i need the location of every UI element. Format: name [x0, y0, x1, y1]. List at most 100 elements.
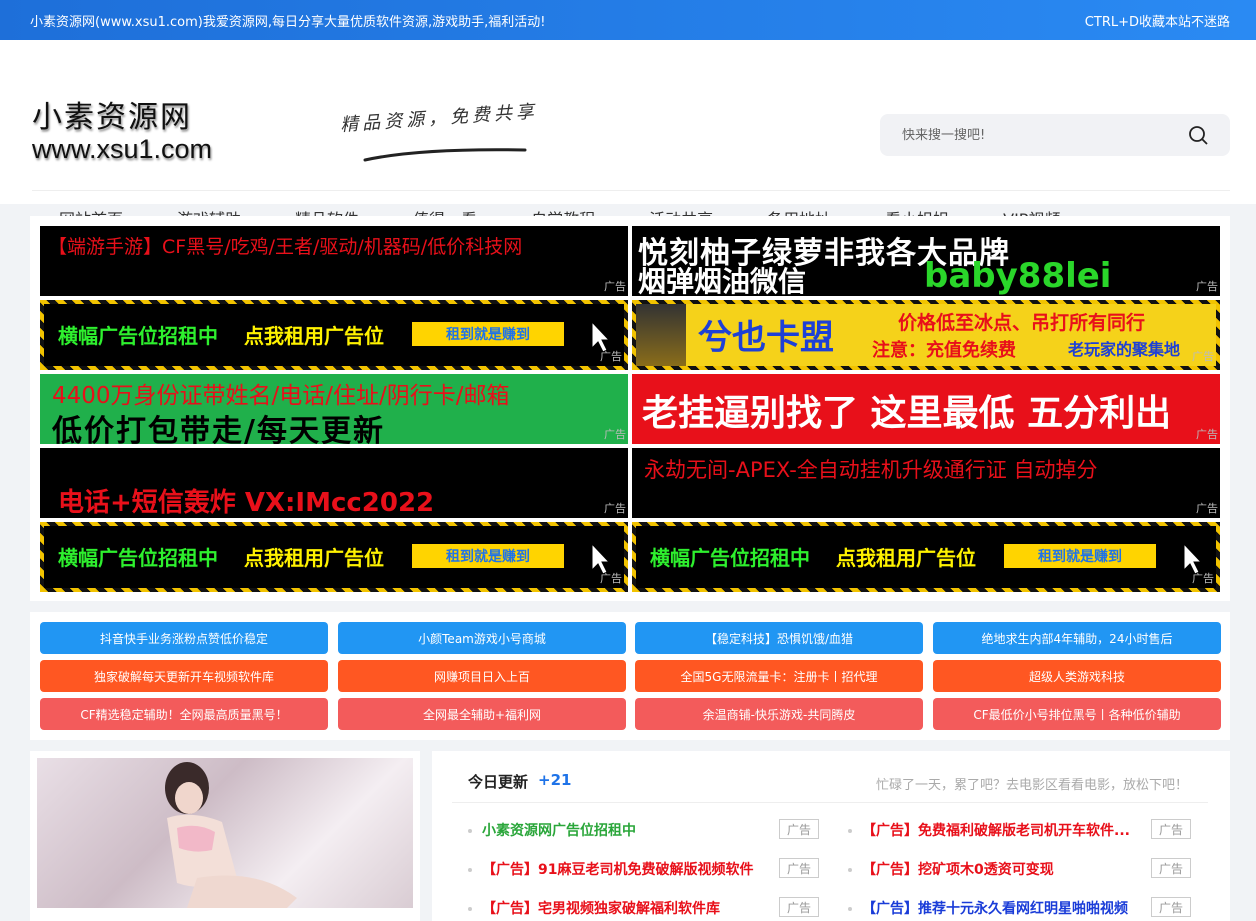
featured-photo[interactable] — [37, 758, 413, 908]
ad-tag: 广告 — [604, 502, 626, 515]
list-item[interactable]: 【广告】挖矿项木0透资可变现 — [848, 859, 1138, 881]
ad-banner[interactable]: 电话+短信轰炸 VX:IMcc2022 广告 — [40, 448, 628, 518]
site-announcement: 小素资源网(www.xsu1.com)我爱资源网,每日分享大量优质软件资源,游戏… — [30, 14, 546, 30]
link-button[interactable]: 全国5G无限流量卡：注册卡丨招代理 — [635, 660, 923, 692]
list-item[interactable]: 【广告】免费福利破解版老司机开车软件... — [848, 820, 1138, 842]
item-title: 小素资源网广告位招租中 — [482, 823, 636, 839]
item-title: 【广告】挖矿项木0透资可变现 — [862, 862, 1054, 878]
slogan-brush-stroke — [363, 148, 527, 162]
ad-text: 老玩家的聚集地 — [1068, 340, 1181, 359]
bullet-dot — [848, 868, 852, 872]
bullet-dot — [848, 829, 852, 833]
ad-text: 4400万身份证带姓名/电话/住址/阴行卡/邮箱 — [52, 383, 510, 409]
item-title: 【广告】宅男视频独家破解福利软件库 — [482, 901, 720, 917]
ad-text: 横幅广告位招租中 — [650, 546, 810, 570]
ad-tag: 广告 — [604, 428, 626, 441]
link-button[interactable]: 网赚项目日入上百 — [338, 660, 626, 692]
ad-text: 租到就是赚到 — [412, 544, 564, 568]
link-button[interactable]: 超级人类游戏科技 — [933, 660, 1221, 692]
photo-figure — [165, 762, 297, 908]
logo-domain: www.xsu1.com — [32, 134, 213, 164]
ad-banner-rent[interactable]: 横幅广告位招租中 点我租用广告位 租到就是赚到 广告 — [40, 300, 628, 370]
list-item[interactable]: 小素资源网广告位招租中 — [468, 820, 768, 842]
ad-banner[interactable]: 悦刻柚子绿萝非我各大品牌 烟弹烟油微信 baby88lei 广告 — [632, 226, 1220, 296]
updates-hint[interactable]: 忙碌了一天，累了吧？去电影区看看电影，放松下吧！ — [876, 774, 1188, 793]
ad-text: 点我租用广告位 — [836, 546, 976, 570]
list-item[interactable]: 【广告】推荐十元永久看网红明星啪啪视频 — [848, 898, 1138, 920]
bullet-dot — [468, 868, 472, 872]
ad-text: 低价打包带走/每天更新 — [52, 414, 385, 444]
item-title: 【广告】免费福利破解版老司机开车软件... — [862, 823, 1130, 839]
link-button[interactable]: 余温商铺-快乐游戏-共同腾皮 — [635, 698, 923, 730]
slogan: 精品资源，免费共享 — [339, 101, 539, 136]
ad-text: 租到就是赚到 — [412, 322, 564, 346]
ad-tag: 广告 — [600, 572, 622, 585]
ad-text: 点我租用广告位 — [244, 546, 384, 570]
updates-header: 今日更新 +21 忙碌了一天，累了吧？去电影区看看电影，放松下吧！ — [452, 771, 1208, 803]
updates-count: +21 — [538, 771, 572, 789]
bullet-dot — [468, 907, 472, 911]
ad-text: 租到就是赚到 — [1004, 544, 1156, 568]
ad-badge: 广告 — [1151, 819, 1191, 839]
bullet-dot — [468, 829, 472, 833]
ad-tag: 广告 — [1192, 350, 1214, 363]
game-character-image — [636, 304, 686, 366]
ad-tag: 广告 — [1196, 280, 1218, 293]
link-button[interactable]: 独家破解每天更新开车视频软件库 — [40, 660, 328, 692]
ad-badge: 广告 — [779, 819, 819, 839]
header: 小素资源网 www.xsu1.com 精品资源，免费共享 网站首页 游戏辅助 精… — [0, 40, 1256, 229]
search-icon[interactable] — [1188, 125, 1208, 145]
link-button[interactable]: 绝地求生内部4年辅助，24小时售后 — [933, 622, 1221, 654]
link-button[interactable]: 【稳定科技】恐惧饥饿/血猎 — [635, 622, 923, 654]
ad-text: 注意：充值免续费 — [872, 340, 1016, 361]
ad-banner-rent[interactable]: 横幅广告位招租中 点我租用广告位 租到就是赚到 广告 — [632, 522, 1220, 592]
link-button[interactable]: CF最低价小号排位黑号丨各种低价辅助 — [933, 698, 1221, 730]
top-bar: 小素资源网(www.xsu1.com)我爱资源网,每日分享大量优质软件资源,游戏… — [0, 0, 1256, 40]
ad-text: 横幅广告位招租中 — [58, 546, 218, 570]
item-title: 【广告】91麻豆老司机免费破解版视频软件 — [482, 862, 754, 878]
ad-badge: 广告 — [779, 897, 819, 917]
list-item[interactable]: 【广告】91麻豆老司机免费破解版视频软件 — [468, 859, 765, 881]
search-input[interactable] — [902, 127, 1162, 143]
link-button[interactable]: 小颜Team游戏小号商城 — [338, 622, 626, 654]
ad-tag: 广告 — [1192, 572, 1214, 585]
item-title: 【广告】推荐十元永久看网红明星啪啪视频 — [862, 901, 1128, 917]
logo-text: 小素资源网 — [32, 100, 192, 135]
link-button[interactable]: CF精选稳定辅助！全网最高质量黑号！ — [40, 698, 328, 730]
ad-banner[interactable]: 4400万身份证带姓名/电话/住址/阴行卡/邮箱 低价打包带走/每天更新 广告 — [40, 374, 628, 444]
list-item[interactable]: 【广告】宅男视频独家破解福利软件库 — [468, 898, 765, 920]
ad-text: 【端游手游】CF黑号/吃鸡/王者/驱动/机器码/低价科技网 — [48, 236, 523, 258]
today-updates: 今日更新 +21 忙碌了一天，累了吧？去电影区看看电影，放松下吧！ 小素资源网广… — [432, 751, 1230, 921]
ad-text: 价格低至冰点、吊打所有同行 — [898, 312, 1146, 334]
search-bar — [880, 114, 1230, 156]
ad-badge: 广告 — [779, 858, 819, 878]
ad-banner-rent[interactable]: 横幅广告位招租中 点我租用广告位 租到就是赚到 广告 — [40, 522, 628, 592]
ad-text: baby88lei — [924, 256, 1112, 296]
banner-ads: 【端游手游】CF黑号/吃鸡/王者/驱动/机器码/低价科技网 广告 悦刻柚子绿萝非… — [30, 216, 1230, 601]
ad-badge: 广告 — [1151, 897, 1191, 917]
bookmark-hint: CTRL+D收藏本站不迷路 — [1084, 14, 1230, 30]
bullet-dot — [848, 907, 852, 911]
updates-title: 今日更新 — [468, 773, 529, 791]
ad-text: 永劫无间-APEX-全自动挂机升级通行证 自动掉分 — [644, 458, 1098, 482]
link-button[interactable]: 全网最全辅助+福利网 — [338, 698, 626, 730]
ad-text: 横幅广告位招租中 — [58, 324, 218, 348]
link-button[interactable]: 抖音快手业务涨粉点赞低价稳定 — [40, 622, 328, 654]
ad-banner[interactable]: 兮也卡盟 价格低至冰点、吊打所有同行 注意：充值免续费 老玩家的聚集地 广告 — [632, 300, 1220, 370]
ad-banner[interactable]: 永劫无间-APEX-全自动挂机升级通行证 自动掉分 广告 — [632, 448, 1220, 518]
text-link-ads: 抖音快手业务涨粉点赞低价稳定 小颜Team游戏小号商城 【稳定科技】恐惧饥饿/血… — [30, 612, 1230, 740]
ad-text: 电话+短信轰炸 VX:IMcc2022 — [58, 488, 435, 518]
ad-tag: 广告 — [604, 280, 626, 293]
ad-tag: 广告 — [1196, 502, 1218, 515]
ad-text: 烟弹烟油微信 — [638, 265, 807, 296]
ad-text: 老挂逼别找了 这里最低 五分利出 — [642, 393, 1172, 434]
ad-banner[interactable]: 老挂逼别找了 这里最低 五分利出 广告 — [632, 374, 1220, 444]
ad-tag: 广告 — [600, 350, 622, 363]
featured-image-card — [30, 751, 420, 921]
site-logo[interactable]: 小素资源网 www.xsu1.com — [32, 100, 232, 165]
ad-badge: 广告 — [1151, 858, 1191, 878]
ad-text: 兮也卡盟 — [698, 318, 834, 358]
ad-banner[interactable]: 【端游手游】CF黑号/吃鸡/王者/驱动/机器码/低价科技网 广告 — [40, 226, 628, 296]
ad-tag: 广告 — [1196, 428, 1218, 441]
ad-text: 点我租用广告位 — [244, 324, 384, 348]
